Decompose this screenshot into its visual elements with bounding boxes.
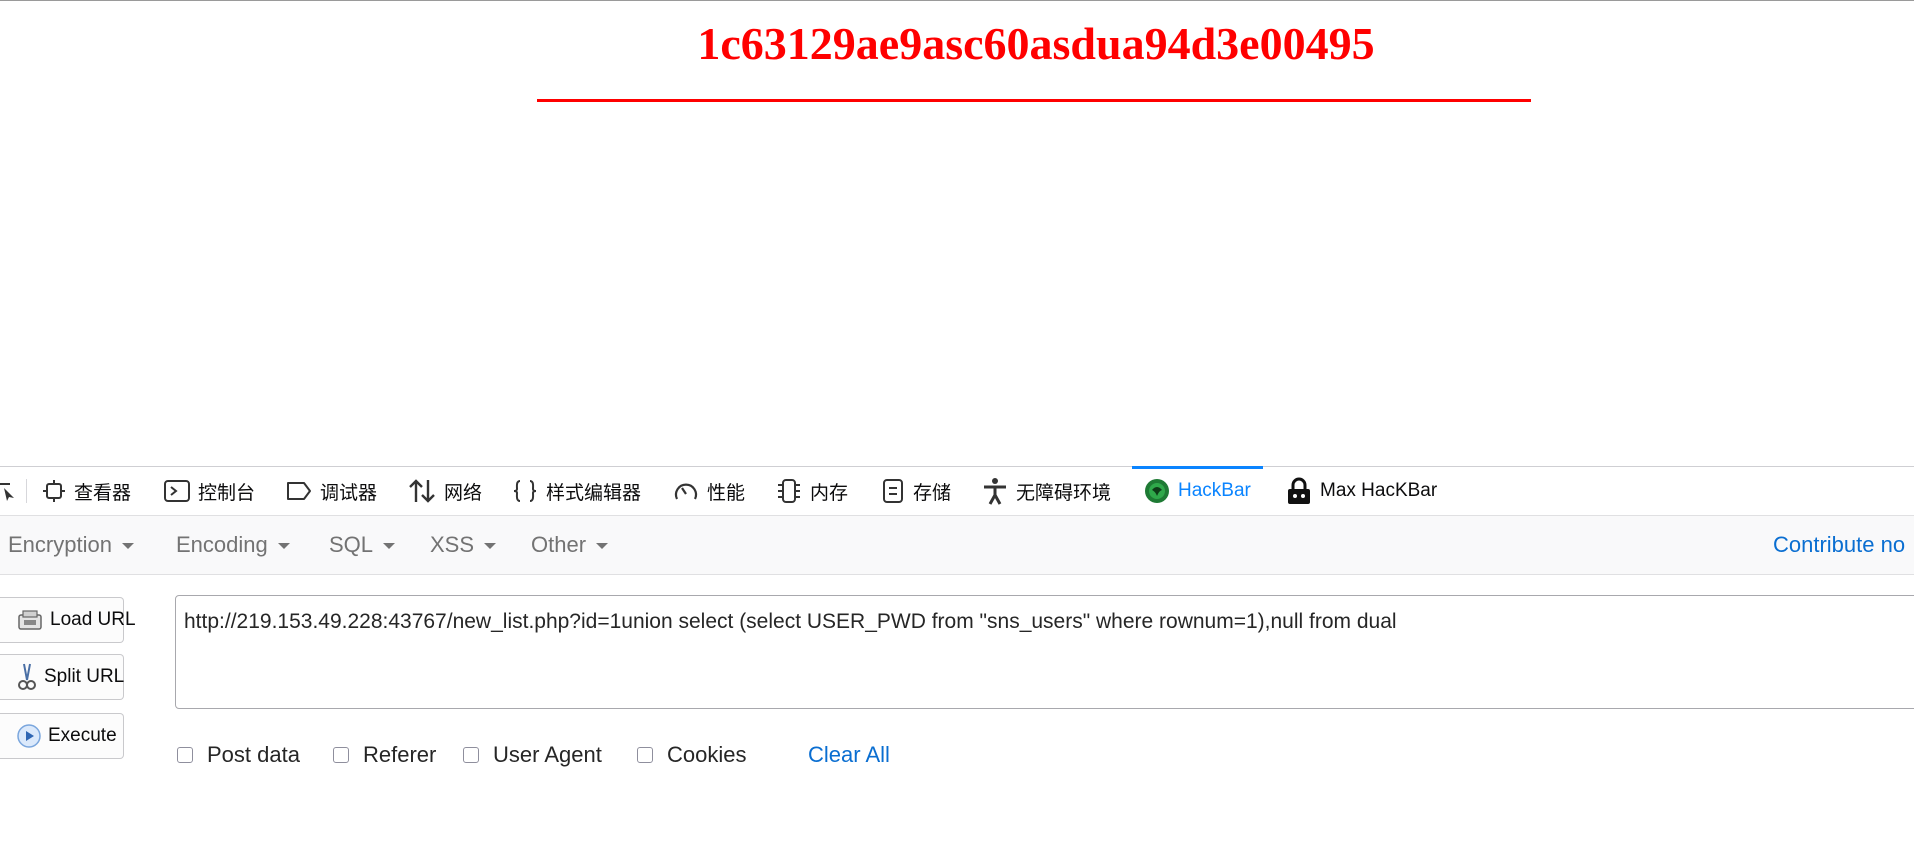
tab-label: 内存 bbox=[810, 482, 849, 504]
tab-debugger[interactable]: 调试器 bbox=[286, 467, 377, 515]
tab-label: 网络 bbox=[444, 482, 483, 504]
menu-other[interactable]: Other bbox=[531, 516, 609, 574]
menu-encoding[interactable]: Encoding bbox=[176, 516, 290, 574]
tab-label: 无障碍环境 bbox=[1016, 482, 1112, 504]
cookies-checkbox[interactable] bbox=[637, 747, 653, 763]
load-url-label: Load URL bbox=[50, 609, 136, 630]
split-url-scissors-icon bbox=[18, 663, 36, 690]
tab-memory[interactable]: 内存 bbox=[776, 467, 848, 515]
tab-label: 查看器 bbox=[74, 482, 132, 504]
tab-label: 存储 bbox=[913, 482, 952, 504]
tab-max-hackbar[interactable]: Max HacKBar bbox=[1286, 467, 1437, 515]
option-label: Cookies bbox=[667, 742, 747, 767]
tab-accessibility[interactable]: 无障碍环境 bbox=[982, 467, 1111, 515]
split-url-button[interactable]: Split URL bbox=[0, 654, 124, 700]
tab-label: 样式编辑器 bbox=[546, 482, 642, 504]
tab-storage[interactable]: 存储 bbox=[881, 467, 951, 515]
caret-down-icon bbox=[121, 543, 134, 549]
caret-down-icon bbox=[596, 543, 609, 549]
execute-label: Execute bbox=[48, 725, 117, 746]
devtools-tab-bar: 查看器 控制台 调试器 网络 样式编辑器 性能 内存 存储 无障碍环境 Hack… bbox=[0, 466, 1914, 516]
tab-label: 控制台 bbox=[198, 482, 256, 504]
max-hackbar-lock-icon bbox=[1288, 477, 1310, 504]
tab-label: HackBar bbox=[1178, 480, 1251, 501]
option-referer[interactable]: Referer bbox=[333, 740, 436, 770]
tab-hackbar[interactable]: HackBar bbox=[1132, 466, 1263, 515]
performance-icon bbox=[674, 483, 698, 500]
tab-performance[interactable]: 性能 bbox=[673, 467, 745, 515]
tab-inspector[interactable]: 查看器 bbox=[42, 467, 131, 515]
referer-checkbox[interactable] bbox=[333, 747, 349, 763]
load-url-icon bbox=[18, 610, 42, 630]
debugger-icon bbox=[287, 482, 311, 500]
caret-down-icon bbox=[484, 543, 497, 549]
tab-separator bbox=[26, 479, 27, 503]
option-label: Referer bbox=[363, 742, 437, 767]
network-icon bbox=[409, 479, 435, 503]
menu-label: Other bbox=[531, 532, 587, 557]
option-cookies[interactable]: Cookies bbox=[637, 740, 746, 770]
storage-icon bbox=[883, 479, 903, 503]
execute-play-icon bbox=[17, 724, 41, 748]
page-hash-text: 1c63129ae9asc60asdua94d3e00495 bbox=[697, 18, 1375, 69]
menu-sql[interactable]: SQL bbox=[329, 516, 396, 574]
option-label: User Agent bbox=[493, 742, 602, 767]
menu-xss[interactable]: XSS bbox=[430, 516, 497, 574]
hackbar-menu-bar: Encryption Encoding SQL XSS Other Contri… bbox=[0, 516, 1914, 575]
browser-page: 1c63129ae9asc60asdua94d3e00495 查看器 控制台 调… bbox=[0, 0, 1914, 868]
load-url-button[interactable]: Load URL bbox=[0, 597, 136, 643]
hash-underline bbox=[537, 99, 1531, 102]
console-icon bbox=[164, 480, 190, 502]
menu-label: XSS bbox=[430, 532, 475, 557]
caret-down-icon bbox=[383, 543, 396, 549]
post-data-checkbox[interactable] bbox=[177, 747, 193, 763]
split-url-label: Split URL bbox=[44, 666, 125, 687]
menu-label: Encoding bbox=[176, 532, 268, 557]
option-label: Post data bbox=[207, 742, 300, 767]
execute-button[interactable]: Execute bbox=[0, 713, 124, 759]
tab-label: Max HacKBar bbox=[1320, 480, 1438, 501]
inspector-icon bbox=[43, 480, 65, 502]
memory-icon bbox=[778, 479, 800, 503]
menu-label: SQL bbox=[329, 532, 374, 557]
option-post-data[interactable]: Post data bbox=[177, 740, 300, 770]
accessibility-icon bbox=[984, 478, 1006, 505]
url-textarea[interactable]: http://219.153.49.228:43767/new_list.php… bbox=[175, 595, 1914, 709]
menu-encryption[interactable]: Encryption bbox=[8, 516, 134, 574]
menu-label: Encryption bbox=[8, 532, 112, 557]
window-top-border bbox=[0, 0, 1914, 1]
element-picker-icon[interactable] bbox=[0, 480, 20, 502]
tab-network[interactable]: 网络 bbox=[408, 467, 482, 515]
tab-style-editor[interactable]: 样式编辑器 bbox=[512, 467, 641, 515]
tab-label: 性能 bbox=[707, 482, 746, 504]
tab-console[interactable]: 控制台 bbox=[164, 467, 255, 515]
user-agent-checkbox[interactable] bbox=[463, 747, 479, 763]
clear-all-link[interactable]: Clear All bbox=[808, 740, 890, 770]
caret-down-icon bbox=[277, 543, 290, 549]
option-user-agent[interactable]: User Agent bbox=[463, 740, 602, 770]
contribute-link[interactable]: Contribute no bbox=[1773, 516, 1905, 574]
hackbar-icon bbox=[1145, 479, 1169, 503]
style-editor-icon bbox=[513, 480, 537, 502]
tab-label: 调试器 bbox=[320, 482, 378, 504]
